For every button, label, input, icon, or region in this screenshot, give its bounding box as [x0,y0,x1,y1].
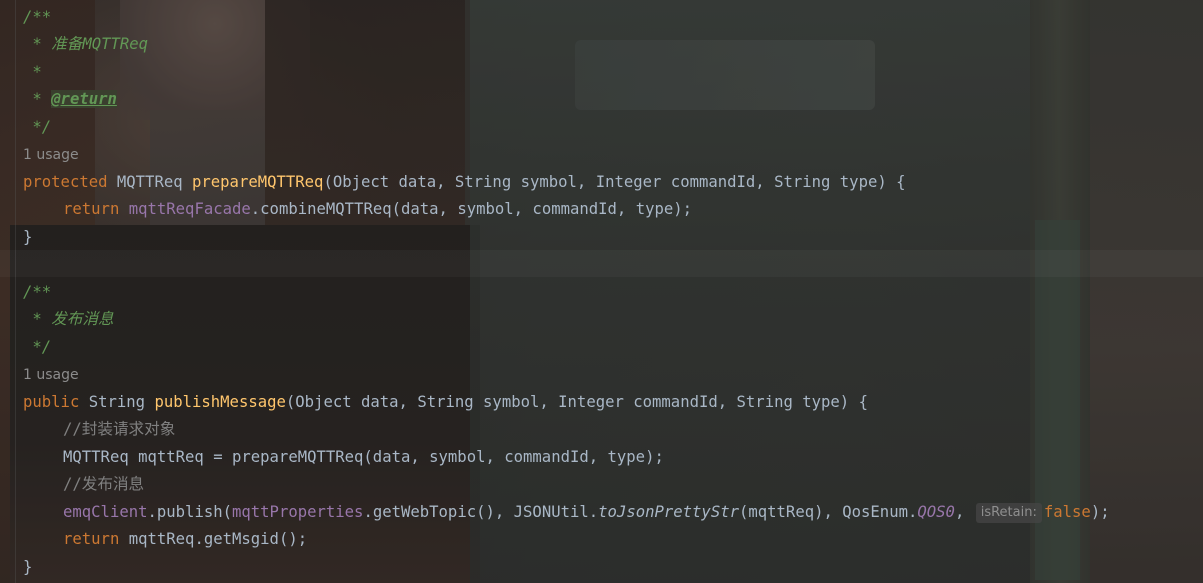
code-line[interactable]: protected MQTTReq prepareMQTTReq(Object … [23,169,906,196]
code-line[interactable]: public String publishMessage(Object data… [23,389,868,416]
method-name[interactable]: prepareMQTTReq [192,173,323,191]
usage-count-link[interactable]: 1 usage [23,142,79,169]
code-line[interactable]: * [23,59,41,86]
code-line[interactable]: } [23,554,32,581]
code-line[interactable]: /** [23,279,51,306]
code-line[interactable]: //封装请求对象 [23,416,175,443]
code-line[interactable]: //发布消息 [23,471,144,498]
code-line[interactable]: */ [23,334,51,361]
caret-line-highlight [0,250,1203,277]
code-line[interactable]: * 准备MQTTReq [23,31,148,58]
code-line[interactable]: } [23,224,32,251]
method-name[interactable]: publishMessage [154,393,285,411]
code-line[interactable]: return mqttReq.getMsgid(); [23,526,307,553]
editor-background-image [0,0,1203,583]
code-line[interactable]: */ [23,114,51,141]
code-line[interactable]: /** [23,4,51,31]
code-line[interactable]: * 发布消息 [23,306,113,333]
code-line[interactable]: emqClient.publish(mqttProperties.getWebT… [23,499,1110,526]
code-line[interactable]: MQTTReq mqttReq = prepareMQTTReq(data, s… [23,444,664,471]
gutter-divider [15,0,16,583]
parameter-name-hint: isRetain: [975,503,1042,523]
javadoc-return-tag[interactable]: @return [51,90,117,108]
usage-count-link[interactable]: 1 usage [23,362,79,389]
code-line[interactable]: * @return [23,86,117,113]
code-line[interactable]: return mqttReqFacade.combineMQTTReq(data… [23,196,692,223]
